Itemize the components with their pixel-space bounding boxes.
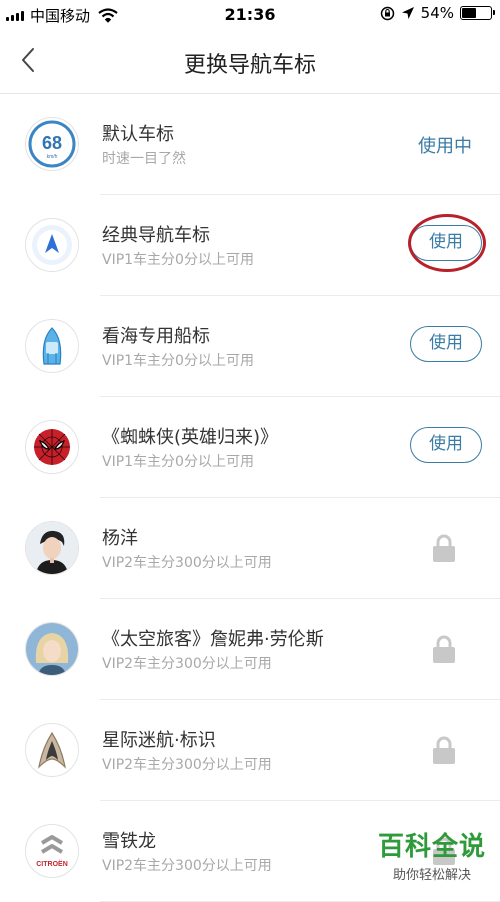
use-button[interactable]: 使用: [410, 225, 482, 261]
citroen-logo-text: CITROËN: [36, 860, 68, 868]
item-name: 雪铁龙: [102, 831, 156, 852]
boat-icon: [25, 319, 79, 373]
list-item: 68 km/h 默认车标 时速一目了然 使用中: [0, 94, 500, 195]
battery-percent: 54%: [420, 4, 454, 22]
item-requirement: 时速一目了然: [102, 151, 186, 167]
watermark: 百科全说 助你轻松解决: [378, 826, 486, 883]
lock-icon: [433, 635, 455, 663]
item-requirement: VIP1车主分0分以上可用: [102, 454, 254, 470]
battery-icon: [460, 6, 495, 20]
item-name: 《太空旅客》詹妮弗·劳伦斯: [102, 629, 324, 650]
watermark-subtitle: 助你轻松解决: [392, 868, 471, 883]
spiderman-icon: [25, 420, 79, 474]
item-name: 星际迷航·标识: [102, 730, 216, 751]
item-name: 杨洋: [102, 528, 138, 549]
navigation-arrow-icon: [25, 218, 79, 272]
speed-unit: km/h: [47, 154, 58, 160]
car-icon-list: 68 km/h 默认车标 时速一目了然 使用中 经典导航车标 VIP1车主分0分…: [0, 94, 500, 902]
item-requirement: VIP2车主分300分以上可用: [102, 555, 272, 571]
portrait-icon: [25, 521, 79, 575]
lock-icon: [433, 534, 455, 562]
item-name: 看海专用船标: [102, 326, 210, 347]
list-item: 《太空旅客》詹妮弗·劳伦斯 VIP2车主分300分以上可用: [0, 599, 500, 700]
location-arrow-icon: [401, 7, 414, 19]
list-item: 看海专用船标 VIP1车主分0分以上可用 使用: [0, 296, 500, 397]
list-item: 杨洋 VIP2车主分300分以上可用: [0, 498, 500, 599]
item-requirement: VIP1车主分0分以上可用: [102, 252, 254, 268]
item-requirement: VIP2车主分300分以上可用: [102, 757, 272, 773]
list-item: 《蜘蛛侠(英雄归来)》 VIP1车主分0分以上可用 使用: [0, 397, 500, 498]
item-name: 《蜘蛛侠(英雄归来)》: [102, 427, 279, 448]
nav-bar: 更换导航车标: [0, 30, 500, 94]
item-name: 默认车标: [102, 124, 174, 145]
in-use-label: 使用中: [418, 136, 472, 157]
use-button[interactable]: 使用: [410, 427, 482, 463]
item-requirement: VIP1车主分0分以上可用: [102, 353, 254, 369]
star-trek-badge-icon: [25, 723, 79, 777]
lock-icon: [433, 736, 455, 764]
citroen-logo-icon: CITROËN: [25, 824, 79, 878]
item-requirement: VIP2车主分300分以上可用: [102, 656, 272, 672]
list-item: 星际迷航·标识 VIP2车主分300分以上可用: [0, 700, 500, 801]
battery-level: [462, 8, 477, 18]
speed-68-icon: 68 km/h: [25, 117, 79, 171]
portrait-icon: [25, 622, 79, 676]
list-item: 经典导航车标 VIP1车主分0分以上可用 使用: [0, 195, 500, 296]
status-bar: 中国移动 21:36 54%: [0, 0, 500, 30]
speed-value: 68: [42, 133, 62, 153]
use-button[interactable]: 使用: [410, 326, 482, 362]
item-name: 经典导航车标: [102, 225, 210, 246]
rotation-lock-icon: [380, 6, 394, 20]
watermark-title: 百科全说: [377, 832, 486, 862]
item-requirement: VIP2车主分300分以上可用: [102, 858, 272, 874]
page-title: 更换导航车标: [183, 53, 316, 78]
